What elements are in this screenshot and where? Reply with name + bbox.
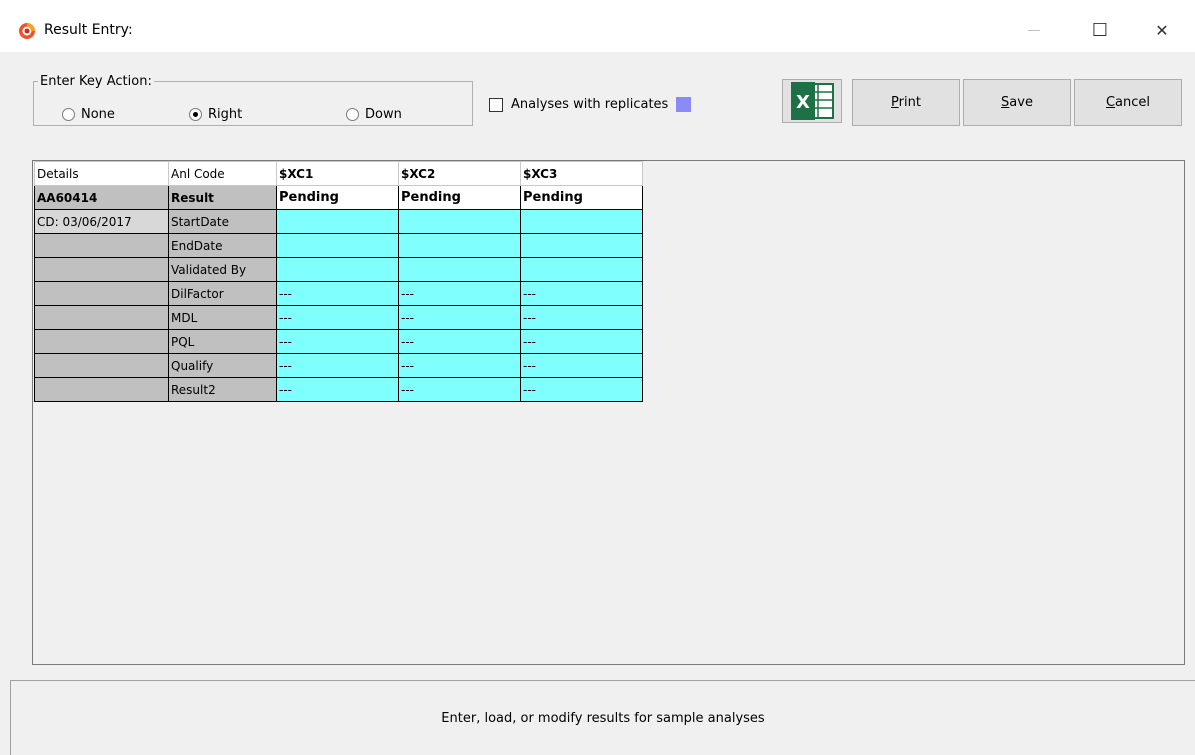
result-cell[interactable] — [276, 209, 399, 234]
result-cell[interactable]: Pending — [520, 185, 643, 210]
grid-row: DilFactor --- --- --- — [34, 281, 643, 306]
detail-cell — [34, 353, 169, 378]
result-cell[interactable] — [276, 233, 399, 258]
row-label-cell: Result2 — [168, 377, 277, 402]
result-cell[interactable]: Pending — [398, 185, 521, 210]
result-cell[interactable]: --- — [520, 353, 643, 378]
replicates-checkbox[interactable] — [489, 97, 503, 112]
detail-cell — [34, 305, 169, 330]
row-label-cell: PQL — [168, 329, 277, 354]
status-bar: Enter, load, or modify results for sampl… — [10, 680, 1195, 755]
detail-cell — [34, 281, 169, 306]
header-analyte-col[interactable]: $XC3 — [520, 161, 643, 186]
result-cell[interactable]: --- — [398, 281, 521, 306]
grid-row: PQL --- --- --- — [34, 329, 643, 354]
result-cell[interactable] — [276, 257, 399, 282]
result-cell[interactable] — [520, 209, 643, 234]
minimize-button[interactable]: — — [1012, 14, 1056, 46]
result-cell[interactable] — [398, 209, 521, 234]
save-button[interactable]: Save — [963, 79, 1071, 126]
radio-down-label: Down — [365, 107, 402, 122]
result-cell[interactable]: --- — [398, 353, 521, 378]
row-label-cell: Result — [168, 185, 277, 210]
result-cell[interactable]: Pending — [276, 185, 399, 210]
maximize-button[interactable]: ☐ — [1078, 14, 1122, 46]
row-label-cell: Validated By — [168, 257, 277, 282]
result-cell[interactable]: --- — [520, 329, 643, 354]
row-label-cell: Qualify — [168, 353, 277, 378]
radio-none[interactable]: None — [62, 107, 115, 122]
radio-right-label: Right — [208, 107, 243, 122]
replicates-color-swatch — [676, 97, 692, 112]
enter-key-action-group: Enter Key Action: None Right Down — [33, 74, 473, 126]
detail-cell: AA60414 — [34, 185, 169, 210]
cancel-button[interactable]: Cancel — [1074, 79, 1182, 126]
detail-cell: CD: 03/06/2017 — [34, 209, 169, 234]
detail-cell — [34, 257, 169, 282]
save-label: Save — [1001, 95, 1033, 110]
result-cell[interactable]: --- — [398, 305, 521, 330]
grid-row: AA60414 Result Pending Pending Pending — [34, 185, 643, 210]
radio-down[interactable]: Down — [346, 107, 402, 122]
row-label-cell: EndDate — [168, 233, 277, 258]
result-cell[interactable]: --- — [276, 377, 399, 402]
result-cell[interactable] — [398, 257, 521, 282]
grid-row: Validated By — [34, 257, 643, 282]
radio-none-label: None — [81, 107, 115, 122]
grid-row: Qualify --- --- --- — [34, 353, 643, 378]
result-cell[interactable]: --- — [520, 377, 643, 402]
detail-cell — [34, 377, 169, 402]
result-cell[interactable]: --- — [398, 329, 521, 354]
results-grid-panel: Details Anl Code $XC1 $XC2 $XC3 AA60414 Result… — [32, 160, 1185, 665]
client-area: Enter Key Action: None Right Down Analys… — [0, 52, 1195, 755]
radio-none-icon — [62, 108, 75, 121]
print-label: Print — [891, 95, 921, 110]
row-label-cell: StartDate — [168, 209, 277, 234]
grid-header-row: Details Anl Code $XC1 $XC2 $XC3 — [34, 161, 643, 186]
grid-row: Result2 --- --- --- — [34, 377, 643, 402]
title-bar: Result Entry: — ☐ ✕ — [0, 0, 1195, 52]
close-icon: ✕ — [1155, 20, 1169, 40]
svg-text:X: X — [796, 92, 810, 113]
result-cell[interactable] — [520, 257, 643, 282]
radio-right[interactable]: Right — [189, 107, 242, 122]
result-cell[interactable]: --- — [276, 281, 399, 306]
close-button[interactable]: ✕ — [1140, 14, 1184, 46]
header-anl-code: Anl Code — [168, 161, 277, 186]
maximize-icon: ☐ — [1091, 19, 1109, 41]
result-cell[interactable] — [520, 233, 643, 258]
results-grid: Details Anl Code $XC1 $XC2 $XC3 AA60414 Result… — [34, 161, 643, 402]
grid-row: CD: 03/06/2017 StartDate — [34, 209, 643, 234]
header-details: Details — [34, 161, 169, 186]
detail-cell — [34, 233, 169, 258]
detail-cell — [34, 329, 169, 354]
row-label-cell: DilFactor — [168, 281, 277, 306]
print-button[interactable]: Print — [852, 79, 960, 126]
radio-right-icon — [189, 108, 202, 121]
result-cell[interactable]: --- — [276, 329, 399, 354]
cancel-label: Cancel — [1105, 95, 1151, 110]
grid-row: EndDate — [34, 233, 643, 258]
export-excel-button[interactable]: X — [782, 79, 842, 123]
row-label-cell: MDL — [168, 305, 277, 330]
minimize-icon: — — [1027, 22, 1041, 38]
grid-row: MDL --- --- --- — [34, 305, 643, 330]
result-cell[interactable]: --- — [276, 305, 399, 330]
result-cell[interactable]: --- — [398, 377, 521, 402]
result-cell[interactable]: --- — [520, 281, 643, 306]
status-text: Enter, load, or modify results for sampl… — [441, 710, 765, 726]
result-cell[interactable] — [398, 233, 521, 258]
excel-icon: X — [791, 82, 834, 120]
result-cell[interactable]: --- — [276, 353, 399, 378]
window-title: Result Entry: — [44, 22, 133, 38]
replicates-option[interactable]: Analyses with replicates — [489, 97, 692, 112]
result-cell[interactable]: --- — [520, 305, 643, 330]
radio-down-icon — [346, 108, 359, 121]
header-analyte-col[interactable]: $XC2 — [398, 161, 521, 186]
replicates-label: Analyses with replicates — [511, 97, 669, 112]
app-logo-icon — [19, 23, 35, 39]
enter-key-action-legend: Enter Key Action: — [40, 74, 152, 89]
header-analyte-col[interactable]: $XC1 — [276, 161, 399, 186]
